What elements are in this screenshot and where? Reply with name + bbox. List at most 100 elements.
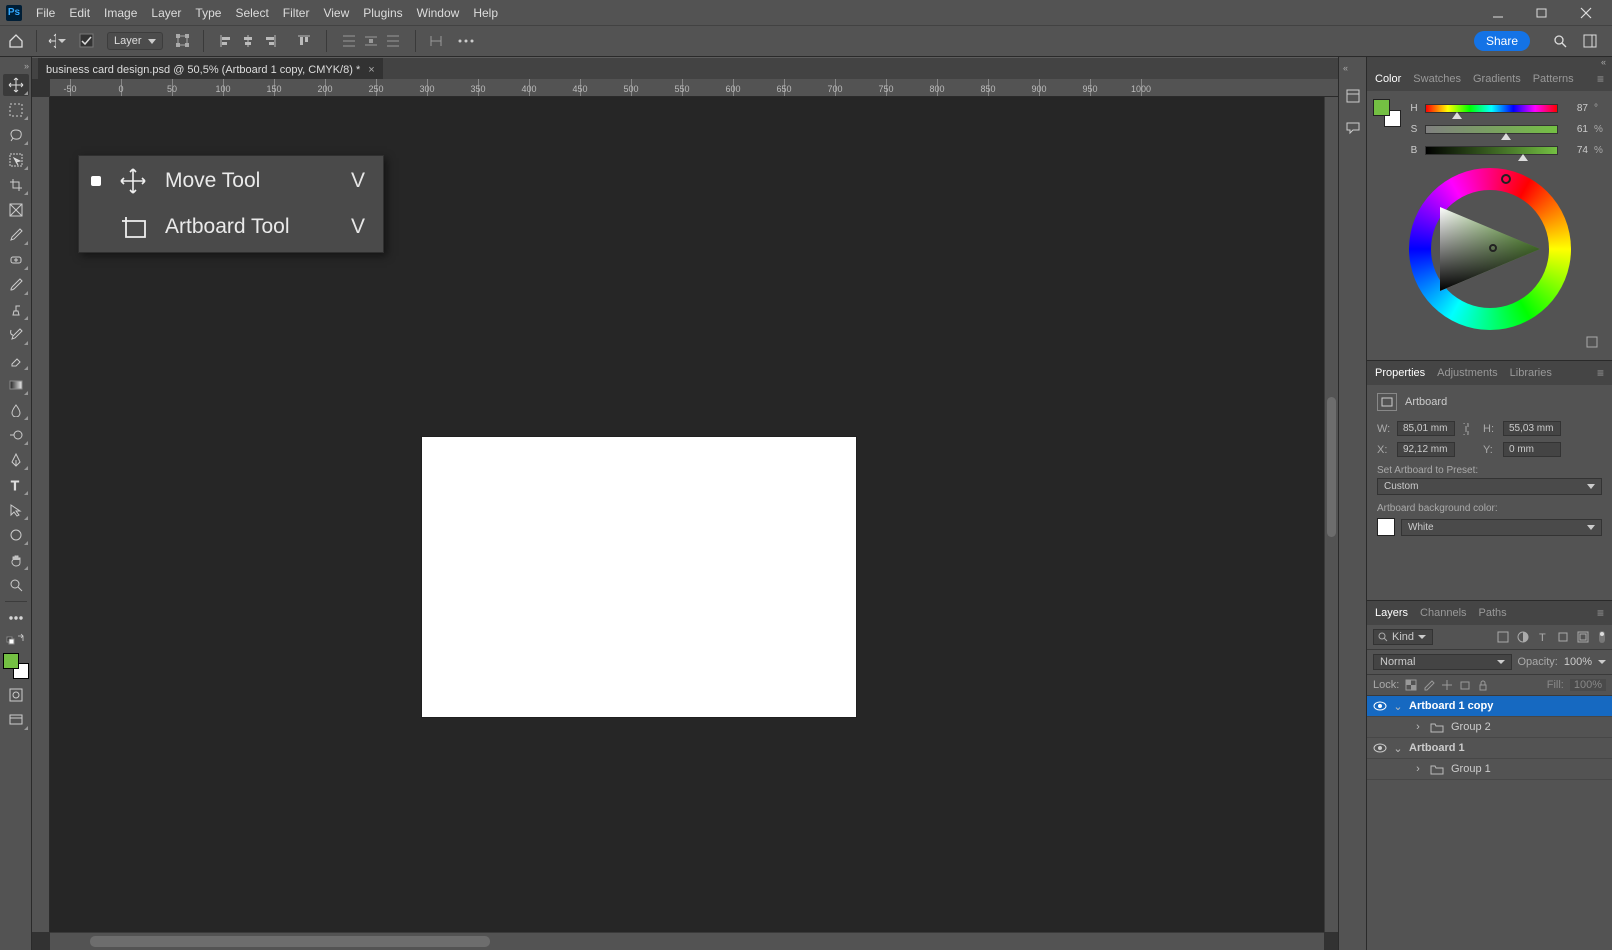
close-tab-icon[interactable]: × xyxy=(368,64,374,76)
layer-filter-kind[interactable]: Kind xyxy=(1373,629,1433,645)
align-left-icon[interactable] xyxy=(216,31,236,51)
foreground-color-swatch[interactable] xyxy=(3,653,19,669)
edit-toolbar-icon[interactable] xyxy=(3,607,29,629)
screen-mode-icon[interactable] xyxy=(3,709,29,731)
panel-menu-icon[interactable]: ≡ xyxy=(1597,72,1604,86)
collapse-strip-icon[interactable]: « xyxy=(1339,63,1348,73)
tab-adjustments[interactable]: Adjustments xyxy=(1437,367,1498,379)
menu-view[interactable]: View xyxy=(323,6,349,20)
expand-icon[interactable]: › xyxy=(1413,721,1423,733)
menu-file[interactable]: File xyxy=(36,6,55,20)
preset-select[interactable]: Custom xyxy=(1377,478,1602,495)
layer-item-artboard-1[interactable]: ⌄ Artboard 1 xyxy=(1367,738,1612,759)
tab-layers[interactable]: Layers xyxy=(1375,607,1408,619)
visibility-icon[interactable] xyxy=(1373,741,1387,755)
object-selection-tool[interactable] xyxy=(3,149,29,171)
fill-value[interactable]: 100% xyxy=(1570,679,1606,691)
brush-tool[interactable] xyxy=(3,274,29,296)
quick-mask-icon[interactable] xyxy=(3,684,29,706)
tab-swatches[interactable]: Swatches xyxy=(1413,73,1461,85)
color-swatches[interactable] xyxy=(3,653,29,679)
ruler-vertical[interactable] xyxy=(32,97,50,932)
auto-select-checkbox[interactable] xyxy=(77,31,97,51)
sat-value[interactable]: 61 xyxy=(1564,124,1588,135)
visibility-icon[interactable] xyxy=(1393,762,1407,776)
dodge-tool[interactable] xyxy=(3,424,29,446)
scrollbar-vertical[interactable] xyxy=(1324,97,1338,932)
crop-tool[interactable] xyxy=(3,174,29,196)
y-value[interactable]: 0 mm xyxy=(1503,442,1561,457)
filter-shape-icon[interactable] xyxy=(1556,630,1570,644)
scrollbar-thumb-h[interactable] xyxy=(90,936,490,947)
menu-window[interactable]: Window xyxy=(417,6,460,20)
document-tab[interactable]: business card design.psd @ 50,5% (Artboa… xyxy=(38,58,383,80)
lock-position-icon[interactable] xyxy=(1423,679,1435,691)
filter-type-icon[interactable]: T xyxy=(1536,630,1550,644)
lock-move-icon[interactable] xyxy=(1441,679,1453,691)
menu-type[interactable]: Type xyxy=(195,6,221,20)
opacity-value[interactable]: 100% xyxy=(1564,656,1592,668)
menu-layer[interactable]: Layer xyxy=(151,6,181,20)
close-icon[interactable] xyxy=(1580,7,1598,19)
panel-menu-icon[interactable]: ≡ xyxy=(1597,366,1604,380)
tab-channels[interactable]: Channels xyxy=(1420,607,1466,619)
bgcolor-swatch[interactable] xyxy=(1377,518,1395,536)
artboard[interactable] xyxy=(422,437,856,717)
filter-smart-icon[interactable] xyxy=(1576,630,1590,644)
minimize-icon[interactable] xyxy=(1492,7,1510,19)
frame-tool[interactable] xyxy=(3,199,29,221)
menu-plugins[interactable]: Plugins xyxy=(363,6,402,20)
home-icon[interactable] xyxy=(6,31,26,51)
marquee-tool[interactable] xyxy=(3,99,29,121)
learn-icon[interactable] xyxy=(1344,87,1362,105)
distribute-bottom-icon[interactable] xyxy=(383,31,403,51)
visibility-icon[interactable] xyxy=(1373,699,1387,713)
flyout-move-tool[interactable]: Move Tool V xyxy=(81,158,381,204)
width-value[interactable]: 85,01 mm xyxy=(1397,421,1455,436)
tab-paths[interactable]: Paths xyxy=(1479,607,1507,619)
eyedropper-tool[interactable] xyxy=(3,224,29,246)
collapse-panels-icon[interactable]: « xyxy=(1601,57,1606,67)
expand-color-icon[interactable] xyxy=(1586,336,1598,348)
move-tool[interactable] xyxy=(3,74,29,96)
align-right-icon[interactable] xyxy=(260,31,280,51)
distribute-center-v-icon[interactable] xyxy=(361,31,381,51)
color-swatch-pair[interactable] xyxy=(1373,99,1401,127)
scrollbar-thumb-v[interactable] xyxy=(1327,397,1336,537)
fg-color-swatch[interactable] xyxy=(1373,99,1390,116)
x-value[interactable]: 92,12 mm xyxy=(1397,442,1455,457)
share-button[interactable]: Share xyxy=(1474,31,1530,51)
type-tool[interactable]: T xyxy=(3,474,29,496)
layer-item-group-2[interactable]: › Group 2 xyxy=(1367,717,1612,738)
blur-tool[interactable] xyxy=(3,399,29,421)
search-icon[interactable] xyxy=(1550,31,1570,51)
layer-item-artboard-1-copy[interactable]: ⌄ Artboard 1 copy xyxy=(1367,696,1612,717)
triangle-indicator[interactable] xyxy=(1489,244,1497,252)
history-brush-tool[interactable] xyxy=(3,324,29,346)
auto-select-mode[interactable]: Layer xyxy=(107,32,163,50)
tab-properties[interactable]: Properties xyxy=(1375,367,1425,379)
filter-adjustment-icon[interactable] xyxy=(1516,630,1530,644)
expand-icon[interactable]: ⌄ xyxy=(1393,742,1403,755)
workspace-icon[interactable] xyxy=(1580,31,1600,51)
healing-brush-tool[interactable] xyxy=(3,249,29,271)
lock-pixels-icon[interactable] xyxy=(1405,679,1417,691)
tab-color[interactable]: Color xyxy=(1375,73,1401,85)
link-wh-icon[interactable] xyxy=(1461,423,1477,435)
menu-image[interactable]: Image xyxy=(104,6,137,20)
ruler-horizontal[interactable]: -500501001502002503003504004505005506006… xyxy=(50,79,1338,97)
panel-menu-icon[interactable]: ≡ xyxy=(1597,606,1604,620)
menu-select[interactable]: Select xyxy=(235,6,268,20)
tab-patterns[interactable]: Patterns xyxy=(1533,73,1574,85)
align-center-h-icon[interactable] xyxy=(238,31,258,51)
expand-icon[interactable]: › xyxy=(1413,763,1423,775)
menu-help[interactable]: Help xyxy=(473,6,498,20)
gradient-tool[interactable] xyxy=(3,374,29,396)
expand-icon[interactable]: ⌄ xyxy=(1393,700,1403,713)
move-tool-icon[interactable] xyxy=(47,31,67,51)
overflow-icon[interactable] xyxy=(456,31,476,51)
more-align-icon[interactable] xyxy=(426,31,446,51)
transform-controls-checkbox[interactable] xyxy=(173,31,193,51)
lock-artboard-icon[interactable] xyxy=(1459,679,1471,691)
hue-slider[interactable] xyxy=(1425,104,1558,113)
